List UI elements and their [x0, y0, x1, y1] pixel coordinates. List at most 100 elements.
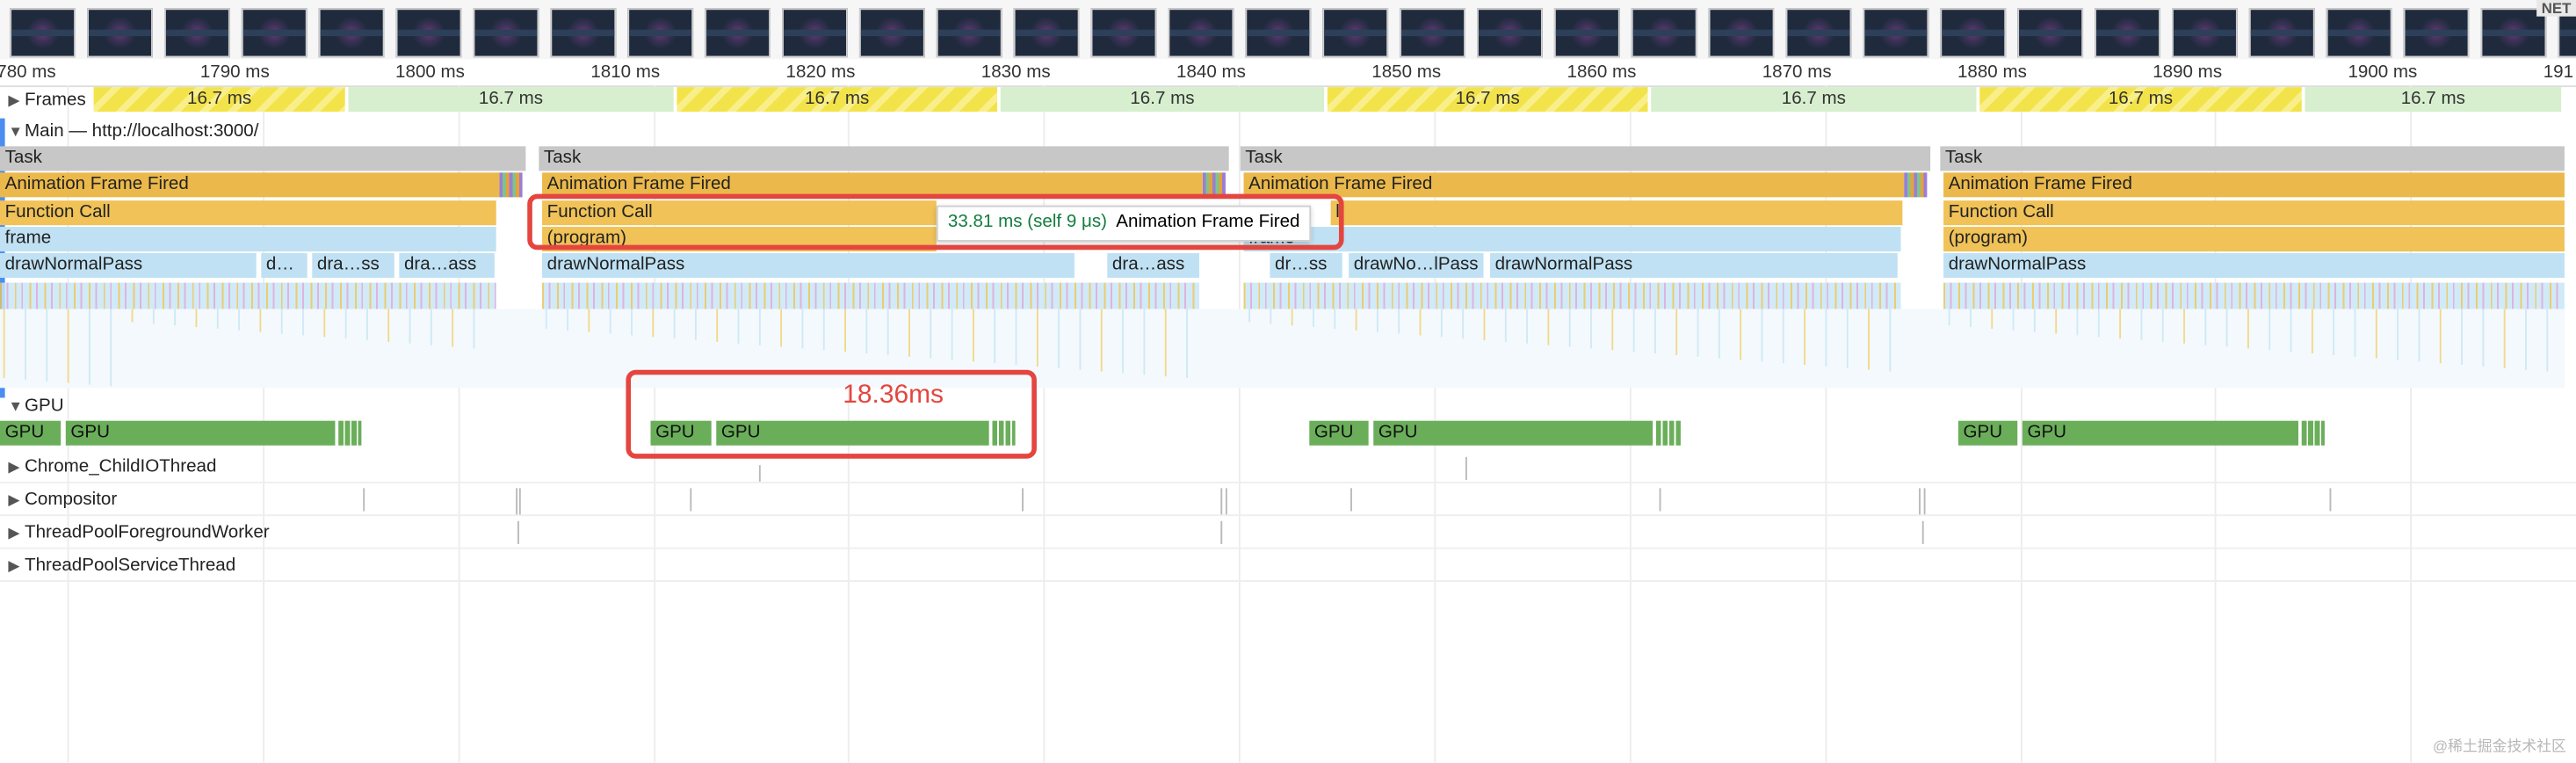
screenshot-filmstrip[interactable]: [0, 0, 2576, 60]
main-track-header[interactable]: ▼ Main — http://localhost:3000/: [0, 119, 258, 145]
sub-call-mark[interactable]: [1186, 309, 1188, 379]
expand-triangle-icon[interactable]: ▶: [8, 552, 25, 578]
sub-call-mark[interactable]: [302, 309, 304, 336]
sub-call-mark[interactable]: [1058, 309, 1060, 368]
filmstrip-thumbnail[interactable]: [2017, 8, 2084, 58]
thread-event-mark[interactable]: [1659, 488, 1661, 512]
filmstrip-thumbnail[interactable]: [2248, 8, 2315, 58]
sub-call-mark[interactable]: [716, 309, 719, 342]
sub-call-mark[interactable]: [673, 309, 676, 339]
filmstrip-thumbnail[interactable]: [705, 8, 771, 58]
thread-track-child-io[interactable]: ▶ Chrome_ChildIOThread: [0, 454, 216, 480]
filmstrip-thumbnail[interactable]: [1708, 8, 1775, 58]
sub-call-mark[interactable]: [174, 309, 177, 326]
sub-call-mark[interactable]: [567, 309, 568, 331]
sub-call-mark[interactable]: [1718, 309, 1720, 359]
sub-call-mark[interactable]: [238, 309, 241, 331]
sub-call-stripes[interactable]: [1943, 282, 2565, 309]
thread-event-mark[interactable]: [1225, 488, 1227, 515]
sub-call-mark[interactable]: [1164, 309, 1167, 377]
frame-block[interactable]: 16.7 ms: [1327, 87, 1648, 113]
sub-call-mark[interactable]: [2333, 309, 2335, 355]
filmstrip-thumbnail[interactable]: [2326, 8, 2392, 58]
sub-call-mark[interactable]: [609, 309, 611, 334]
gpu-bar-tail[interactable]: [1655, 420, 1681, 446]
sub-call-mark[interactable]: [801, 309, 804, 349]
sub-call-mark[interactable]: [1675, 309, 1678, 355]
frames-track-header[interactable]: ▶ Frames: [0, 87, 85, 113]
thread-event-mark[interactable]: [1220, 520, 1223, 544]
thread-event-mark[interactable]: [1022, 488, 1024, 512]
thread-event-mark[interactable]: [1465, 456, 1467, 481]
animation-frame-bar[interactable]: Animation Frame Fired: [0, 172, 500, 198]
sub-call-mark[interactable]: [1526, 309, 1529, 344]
task-bar[interactable]: Task: [0, 146, 526, 171]
sub-call-mark[interactable]: [1015, 309, 1017, 366]
thread-event-mark[interactable]: [516, 488, 518, 515]
sub-call-mark[interactable]: [2311, 309, 2313, 354]
filmstrip-thumbnail[interactable]: [550, 8, 617, 58]
sub-call-mark[interactable]: [588, 309, 590, 332]
thread-event-mark[interactable]: [518, 488, 521, 515]
sub-call-mark[interactable]: [259, 309, 262, 332]
sub-call-mark[interactable]: [2268, 309, 2271, 351]
sub-call-mark[interactable]: [2140, 309, 2143, 341]
sub-call-mark[interactable]: [2375, 309, 2377, 359]
sub-call-mark[interactable]: [387, 309, 390, 342]
program-bar[interactable]: (program): [1943, 227, 2565, 252]
animation-frame-bar[interactable]: Animation Frame Fired: [1943, 172, 2565, 198]
sub-call-mark[interactable]: [1568, 309, 1571, 347]
sub-call-mark[interactable]: [865, 309, 868, 354]
gpu-bar[interactable]: GPU: [0, 420, 62, 446]
sub-call-mark[interactable]: [46, 309, 48, 382]
sub-call-mark[interactable]: [1970, 309, 1972, 328]
filmstrip-thumbnail[interactable]: [1631, 8, 1697, 58]
sub-call-mark[interactable]: [758, 309, 761, 345]
sub-call-mark[interactable]: [1248, 309, 1250, 323]
sub-call-mark[interactable]: [2183, 309, 2185, 344]
expand-triangle-icon[interactable]: ▶: [8, 520, 25, 546]
sub-call-mark[interactable]: [216, 309, 219, 329]
sub-call-mark[interactable]: [844, 309, 846, 352]
thread-event-mark[interactable]: [517, 520, 519, 544]
sub-call-mark[interactable]: [1761, 309, 1763, 362]
frame-block[interactable]: 16.7 ms: [348, 87, 674, 113]
sub-call-mark[interactable]: [1376, 309, 1378, 332]
filmstrip-thumbnail[interactable]: [627, 8, 694, 58]
sub-call-mark[interactable]: [2546, 309, 2549, 372]
function-call-bar[interactable]: Function Call: [0, 200, 496, 226]
sub-call-mark[interactable]: [1100, 309, 1103, 372]
sub-call-mark[interactable]: [545, 309, 547, 329]
sub-call-mark[interactable]: [430, 309, 432, 345]
filmstrip-thumbnail[interactable]: [2403, 8, 2470, 58]
filmstrip-thumbnail[interactable]: [2095, 8, 2160, 58]
sub-call-mark[interactable]: [2482, 309, 2485, 367]
filmstrip-thumbnail[interactable]: [2172, 8, 2238, 58]
sub-call-mark[interactable]: [2247, 309, 2249, 349]
sub-call-mark[interactable]: [822, 309, 825, 351]
sub-call-mark[interactable]: [1590, 309, 1592, 349]
sub-call-mark[interactable]: [1355, 309, 1357, 331]
sub-call-mark[interactable]: [1991, 309, 1994, 329]
sub-call-mark[interactable]: [2418, 309, 2420, 362]
sub-call-mark[interactable]: [2097, 309, 2100, 338]
filmstrip-thumbnail[interactable]: [1090, 8, 1157, 58]
sub-call-mark[interactable]: [951, 309, 953, 360]
sub-call-mark[interactable]: [473, 309, 475, 349]
sub-call-mark[interactable]: [1948, 309, 1950, 326]
thread-track-service-thread[interactable]: ▶ ThreadPoolServiceThread: [0, 552, 235, 578]
sub-call-mark[interactable]: [2012, 309, 2015, 331]
sub-call-mark[interactable]: [409, 309, 411, 344]
sub-call-mark[interactable]: [280, 309, 283, 334]
sub-call-mark[interactable]: [1122, 309, 1125, 374]
sub-call-mark[interactable]: [780, 309, 783, 347]
draw-normal-pass-bar[interactable]: d…: [261, 252, 308, 279]
draw-normal-pass-bar[interactable]: drawNormalPass: [0, 252, 257, 279]
filmstrip-thumbnail[interactable]: [1553, 8, 1620, 58]
draw-normal-pass-bar[interactable]: dra…ass: [1107, 252, 1200, 279]
filmstrip-thumbnail[interactable]: [241, 8, 308, 58]
sub-call-mark[interactable]: [2525, 309, 2527, 370]
frame-block[interactable]: 16.7 ms: [1000, 87, 1325, 113]
collapse-triangle-icon[interactable]: ▼: [8, 393, 25, 419]
sub-call-mark[interactable]: [365, 309, 368, 341]
